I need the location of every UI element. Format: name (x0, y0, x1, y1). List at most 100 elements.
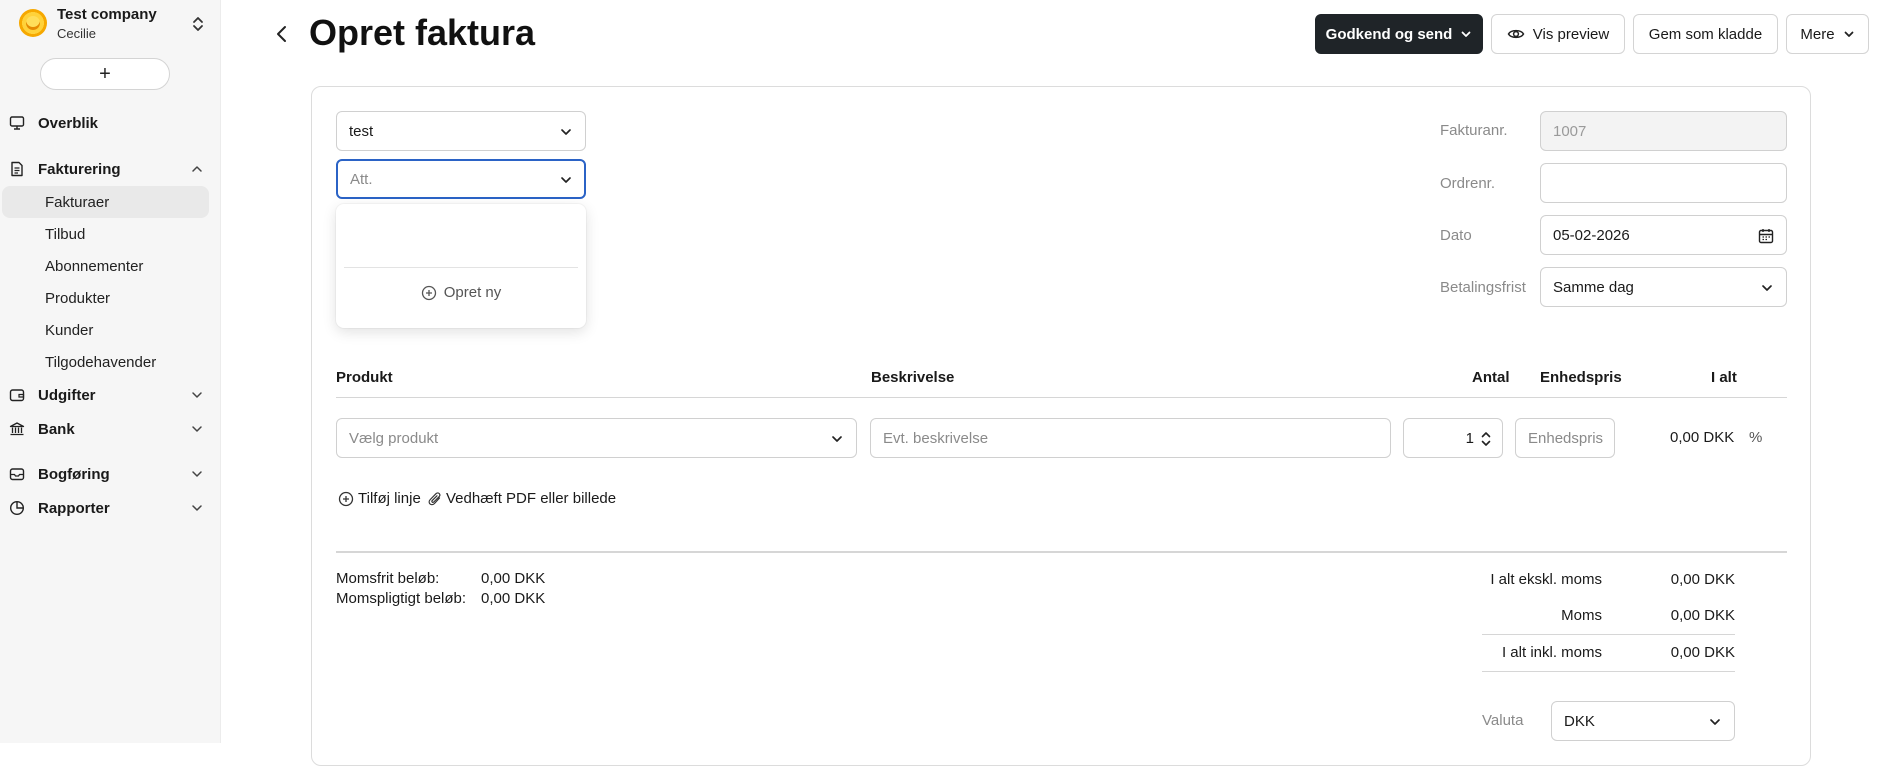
calendar-icon[interactable] (1758, 228, 1774, 244)
chevron-down-icon (1461, 31, 1471, 37)
sidebar-item-overview[interactable]: Overblik (8, 109, 208, 137)
total-excl-vat-label: I alt ekskl. moms (1490, 571, 1602, 588)
sidebar-item-billing[interactable]: Fakturering (8, 155, 208, 183)
chevron-down-icon (192, 505, 202, 511)
sidebar-subitem-quotes[interactable]: Tilbud (0, 218, 210, 250)
vat-liable-label: Momspligtigt beløb: (336, 590, 467, 607)
sidebar-item-label: Fakturering (38, 160, 121, 178)
attach-file-button[interactable]: Vedhæft PDF eller billede (428, 490, 616, 507)
row-total: 0,00 DKK (1670, 429, 1735, 446)
att-placeholder: Att. (350, 170, 373, 188)
col-header-product: Produkt (336, 369, 393, 386)
payment-terms-select[interactable]: Samme dag (1540, 267, 1787, 307)
create-new-label: Opret ny (443, 284, 502, 301)
product-placeholder: Vælg produkt (349, 429, 439, 447)
sidebar-subitem-label: Tilgodehavender (45, 353, 157, 371)
back-button[interactable] (272, 22, 292, 46)
stepper-icon[interactable] (1480, 430, 1492, 448)
attach-file-label: Vedhæft PDF eller billede (446, 490, 617, 507)
customer-value: test (349, 122, 374, 140)
att-select[interactable]: Att. (336, 159, 586, 199)
table-header-divider (336, 397, 1787, 398)
vat-value: 0,00 DKK (1670, 607, 1735, 624)
description-input[interactable]: Evt. beskrivelse (870, 418, 1391, 458)
sidebar-subitem-label: Produkter (45, 289, 111, 307)
chevron-updown-icon[interactable] (190, 14, 206, 34)
sidebar-item-reports[interactable]: Rapporter (8, 494, 208, 522)
chevron-down-icon (1762, 285, 1772, 291)
sidebar-item-bank[interactable]: Bank (8, 415, 208, 443)
invoice-no-field: 1007 (1540, 111, 1787, 151)
sidebar: Test company Cecilie + Overblik Fakturer… (0, 0, 221, 743)
preview-button[interactable]: Vis preview (1491, 14, 1625, 54)
create-new-option[interactable]: Opret ny (336, 284, 586, 301)
quantity-value: 1 (1465, 429, 1474, 447)
dropdown-divider (344, 267, 578, 268)
sidebar-subitem-receivables[interactable]: Tilgodehavender (0, 346, 210, 378)
wallet-icon (8, 386, 26, 404)
sidebar-subitem-customers[interactable]: Kunder (0, 314, 210, 346)
invoice-icon (8, 160, 26, 178)
paperclip-icon (428, 491, 441, 505)
vat-free-label: Momsfrit beløb: (336, 570, 440, 587)
discount-percent-button[interactable]: % (1749, 429, 1762, 446)
company-name: Test company (57, 6, 157, 23)
customer-select[interactable]: test (336, 111, 586, 151)
sidebar-item-label: Overblik (38, 114, 99, 132)
sidebar-item-expenses[interactable]: Udgifter (8, 381, 208, 409)
payment-terms-label: Betalingsfrist (1440, 279, 1526, 296)
vat-label: Moms (1561, 607, 1602, 624)
save-draft-button[interactable]: Gem som kladde (1633, 14, 1778, 54)
sidebar-subitem-subscriptions[interactable]: Abonnementer (0, 250, 210, 282)
sidebar-item-bookkeeping[interactable]: Bogføring (8, 460, 208, 488)
sidebar-subitem-label: Abonnementer (45, 257, 144, 275)
more-button[interactable]: Mere (1786, 14, 1869, 54)
sidebar-subitem-label: Tilbud (45, 225, 86, 243)
approve-send-button[interactable]: Godkend og send (1315, 14, 1483, 54)
date-label: Dato (1440, 227, 1472, 244)
order-no-field[interactable] (1540, 163, 1787, 203)
company-switcher[interactable]: Test company Cecilie (16, 6, 206, 46)
chevron-down-icon (1844, 31, 1853, 37)
chevron-up-icon (192, 166, 202, 172)
invoice-no-label: Fakturanr. (1440, 122, 1508, 139)
sidebar-subitem-products[interactable]: Produkter (0, 282, 210, 314)
summary-divider (336, 551, 1787, 553)
more-label: Mere (1800, 25, 1835, 43)
att-dropdown-menu: Opret ny (336, 204, 586, 328)
chevron-down-icon (192, 426, 202, 432)
col-header-qty: Antal (1472, 369, 1510, 386)
col-header-unit-price: Enhedspris (1540, 369, 1622, 386)
preview-label: Vis preview (1532, 25, 1610, 43)
add-line-button[interactable]: Tilføj linje (338, 490, 421, 507)
sidebar-item-label: Bank (38, 420, 75, 438)
add-line-label: Tilføj linje (358, 490, 421, 507)
date-field[interactable]: 05-02-2026 (1540, 215, 1787, 255)
currency-value: DKK (1564, 712, 1595, 730)
monitor-icon (8, 114, 26, 132)
company-logo (19, 9, 47, 37)
summary-line-top (1482, 634, 1735, 635)
plus-circle-icon (338, 491, 354, 506)
chevron-down-icon (192, 392, 202, 398)
quantity-stepper[interactable]: 1 (1403, 418, 1503, 458)
total-excl-vat-value: 0,00 DKK (1670, 571, 1735, 588)
unit-price-input[interactable]: Enhedspris (1515, 418, 1615, 458)
order-no-label: Ordrenr. (1440, 175, 1496, 192)
page-title: Opret faktura (309, 12, 536, 53)
unit-price-placeholder: Enhedspris (1528, 429, 1604, 447)
user-name: Cecilie (57, 26, 97, 41)
currency-select[interactable]: DKK (1551, 701, 1735, 741)
sidebar-item-label: Udgifter (38, 386, 96, 404)
product-select[interactable]: Vælg produkt (336, 418, 857, 458)
col-header-total: I alt (1711, 369, 1737, 386)
total-incl-vat-label: I alt inkl. moms (1501, 644, 1602, 661)
payment-terms-value: Samme dag (1553, 278, 1634, 296)
plus-circle-icon (421, 285, 436, 300)
chevron-down-icon (561, 177, 571, 183)
sidebar-subitem-label: Fakturaer (45, 193, 110, 211)
new-button[interactable]: + (40, 58, 170, 90)
pie-chart-icon (8, 499, 26, 517)
sidebar-subitem-invoices[interactable]: Fakturaer (2, 186, 209, 218)
chevron-down-icon (832, 436, 842, 442)
